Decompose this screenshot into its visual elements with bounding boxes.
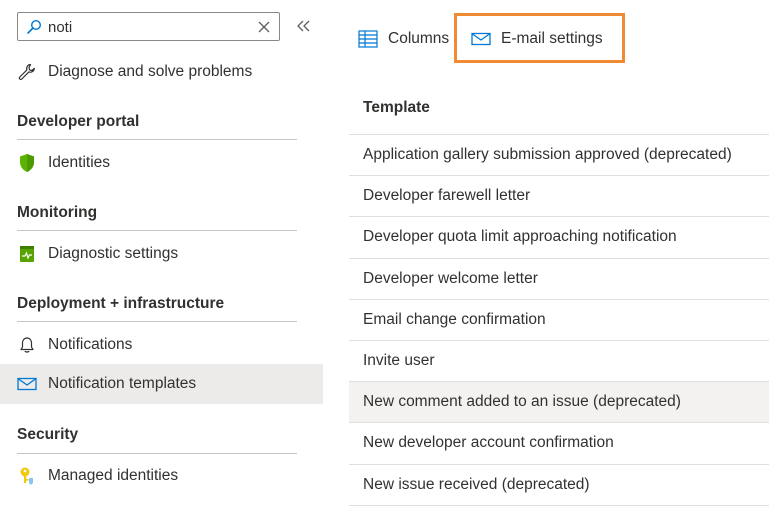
sidebar-item-notifications[interactable]: Notifications	[0, 325, 323, 365]
highlight-box	[454, 13, 625, 63]
column-header-template[interactable]: Template	[363, 99, 430, 117]
search-input[interactable]	[48, 17, 248, 37]
columns-icon	[358, 30, 378, 48]
sidebar-item-diagnostic-settings[interactable]: Diagnostic settings	[0, 234, 323, 274]
template-name: Application gallery submission approved …	[363, 146, 732, 163]
section-title-deployment: Deployment + infrastructure	[17, 295, 225, 312]
bell-icon	[17, 335, 37, 355]
sidebar-item-diagnose[interactable]: Diagnose and solve problems	[0, 52, 323, 92]
sidebar-item-label: Notification templates	[48, 375, 197, 392]
table-row[interactable]: New developer account confirmation	[349, 422, 769, 463]
columns-button[interactable]: Columns	[358, 24, 449, 54]
template-name: New issue received (deprecated)	[363, 476, 590, 493]
table-row[interactable]: Developer quota limit approaching notifi…	[349, 216, 769, 257]
sidebar-item-label: Identities	[48, 154, 111, 171]
table-row[interactable]: Application gallery submission approved …	[349, 134, 769, 175]
sidebar-item-notification-templates[interactable]: Notification templates	[0, 364, 323, 404]
section-title-monitoring: Monitoring	[17, 204, 98, 221]
template-name: New developer account confirmation	[363, 434, 614, 451]
section-divider	[17, 230, 297, 231]
collapse-sidebar-icon[interactable]	[294, 16, 314, 36]
section-divider	[17, 139, 297, 140]
search-box[interactable]	[17, 12, 280, 41]
sidebar-item-label: Diagnostic settings	[48, 245, 179, 262]
sidebar-item-managed-identities[interactable]: Managed identities	[0, 456, 323, 496]
table-row[interactable]: Email change confirmation	[349, 299, 769, 340]
section-divider	[17, 453, 297, 454]
sidebar-item-label: Diagnose and solve problems	[48, 63, 253, 80]
table-row[interactable]: Developer welcome letter	[349, 258, 769, 299]
columns-label: Columns	[388, 30, 450, 47]
section-divider	[17, 321, 297, 322]
template-name: Developer quota limit approaching notifi…	[363, 228, 677, 245]
search-icon	[27, 19, 42, 34]
diagnostic-icon	[17, 244, 37, 264]
sidebar-item-label: Notifications	[48, 336, 133, 353]
template-name: Email change confirmation	[363, 311, 546, 328]
mail-icon	[17, 374, 37, 394]
table-row[interactable]: New comment added to an issue (deprecate…	[349, 381, 769, 422]
wrench-icon	[17, 62, 37, 82]
section-title-security: Security	[17, 426, 79, 443]
table-bottom-border	[349, 505, 769, 506]
template-name: New comment added to an issue (deprecate…	[363, 393, 681, 410]
table-row[interactable]: New issue received (deprecated)	[349, 464, 769, 505]
key-icon	[17, 466, 37, 486]
table-row[interactable]: Invite user	[349, 340, 769, 381]
sidebar-item-identities[interactable]: Identities	[0, 143, 323, 183]
section-title-developer-portal: Developer portal	[17, 113, 140, 130]
template-name: Invite user	[363, 352, 435, 369]
shield-icon	[17, 153, 37, 173]
table-row[interactable]: Developer farewell letter	[349, 175, 769, 216]
template-name: Developer welcome letter	[363, 270, 538, 287]
clear-icon[interactable]	[256, 19, 272, 35]
sidebar-item-label: Managed identities	[48, 467, 179, 484]
template-name: Developer farewell letter	[363, 187, 531, 204]
